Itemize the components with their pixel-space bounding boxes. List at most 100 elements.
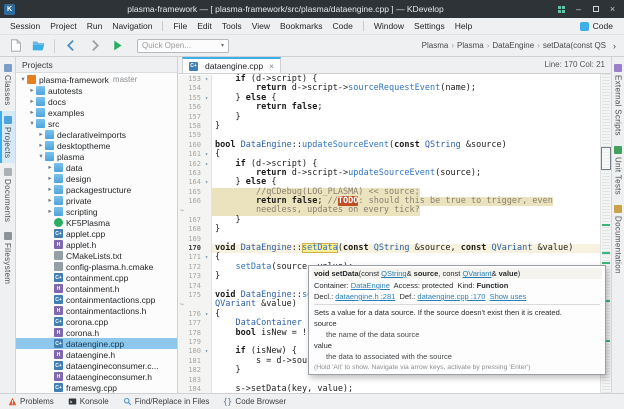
tree-item[interactable]: Hcontainment.h [16,283,177,294]
expand-arrow-icon[interactable]: ▸ [46,173,54,184]
qstring-link[interactable]: QString [381,269,406,278]
expand-arrow-icon[interactable]: ▸ [28,96,36,107]
menu-item-view[interactable]: View [248,19,274,33]
area-switcher[interactable]: Code [575,20,618,32]
collapse-arrow-icon[interactable]: ▾ [37,151,45,162]
expand-arrow-icon[interactable]: ▸ [46,184,54,195]
menu-item-help[interactable]: Help [451,19,476,33]
new-file-button[interactable] [6,37,24,55]
code-line[interactable]: 156 return false; [178,103,600,112]
tree-item[interactable]: ▸design [16,173,177,184]
code-line[interactable]: 184 s->setData(key, value); [178,385,600,393]
collapse-arrow-icon[interactable]: ▾ [19,74,27,85]
dock-tab-unit-tests[interactable]: Unit Tests [612,141,624,200]
tree-item[interactable]: Hcorona.h [16,327,177,338]
code-line[interactable]: 167 } [178,216,600,225]
tree-item[interactable]: ▸examples [16,107,177,118]
menu-item-run[interactable]: Run [83,19,107,33]
expand-arrow-icon[interactable]: ▸ [46,162,54,173]
tree-item[interactable]: C+containment.cpp [16,272,177,283]
tree-item[interactable]: ▸private [16,195,177,206]
tree-item[interactable]: ▸packagestructure [16,184,177,195]
tree-item[interactable]: C+dataengine.cpp [16,338,177,349]
breadcrumb-overflow-button[interactable]: › [611,41,618,51]
forward-button[interactable] [85,37,103,55]
tree-item[interactable]: ▸autotests [16,85,177,96]
fold-arrow-icon[interactable]: ▾ [202,253,211,262]
tree-item[interactable]: ▾plasma-frameworkmaster [16,74,177,85]
expand-arrow-icon[interactable]: ▸ [46,206,54,217]
code-line[interactable]: 158} [178,122,600,131]
tree-item[interactable]: ▸declarativeimports [16,129,177,140]
fold-arrow-icon[interactable]: ▾ [202,160,211,169]
menu-item-edit[interactable]: Edit [193,19,216,33]
tree-item[interactable]: C+corona.cpp [16,316,177,327]
minimize-button[interactable]: – [573,4,584,15]
dock-tab-documents[interactable]: Documents [0,163,15,227]
tree-item[interactable]: KF5Plasma [16,217,177,228]
tree-item[interactable]: C+dataengineconsumer.c... [16,360,177,371]
tree-item[interactable]: ▾plasma [16,151,177,162]
tree-item[interactable]: config-plasma.h.cmake [16,261,177,272]
tree-item[interactable]: ▸scripting [16,206,177,217]
code-line[interactable]: 170void DataEngine::setData(const QStrin… [178,244,600,253]
editor-tab-dataengine-cpp[interactable]: C+ dataengine.cpp × [182,57,281,73]
fold-arrow-icon[interactable]: ▾ [202,347,211,356]
expand-arrow-icon[interactable]: ▸ [37,129,45,140]
tree-item[interactable]: C+applet.cpp [16,228,177,239]
menu-item-tools[interactable]: Tools [218,19,246,33]
tree-item[interactable]: ▾src [16,118,177,129]
show-uses-link[interactable]: Show uses [490,292,527,301]
fold-arrow-icon[interactable]: ▾ [202,150,211,159]
dock-tab-projects[interactable]: Projects [0,111,15,163]
expand-arrow-icon[interactable]: ▸ [28,107,36,118]
expand-arrow-icon[interactable]: ▸ [37,140,45,151]
code-line[interactable]: 168} [178,225,600,234]
maximize-button[interactable] [590,4,601,15]
statusbar-button-konsole[interactable]: Konsole [68,397,109,406]
tree-item[interactable]: Hdataengine.h [16,349,177,360]
decl-link[interactable]: dataengine.h :281 [335,292,395,301]
tree-item[interactable]: CMakeLists.txt [16,250,177,261]
window-menu-icon[interactable] [556,4,567,15]
fold-arrow-icon[interactable]: ▾ [202,310,211,319]
breadcrumb-item[interactable]: setData(const QS [543,41,606,50]
tree-item[interactable]: Happlet.h [16,239,177,250]
dock-tab-external-scripts[interactable]: External Scripts [612,59,624,141]
tree-item[interactable]: ▸desktoptheme [16,140,177,151]
tree-item[interactable]: Hdataengineconsumer.h [16,371,177,382]
dock-tab-filesystem[interactable]: Filesystem [0,227,15,289]
statusbar-button-code-browser[interactable]: {}Code Browser [223,397,286,406]
close-button[interactable]: × [607,4,618,15]
code-line[interactable]: ↪ needless, updates on every tick? [178,206,600,215]
menu-item-code[interactable]: Code [328,19,356,33]
tree-item[interactable]: C+containmentactions.cpp [16,294,177,305]
statusbar-button-problems[interactable]: Problems [8,397,54,406]
fold-arrow-icon[interactable]: ▾ [202,75,211,84]
tree-item[interactable]: ▸docs [16,96,177,107]
tab-close-icon[interactable]: × [267,62,274,71]
dock-tab-documentation[interactable]: Documentation [612,200,624,279]
quick-open-input[interactable]: Quick Open... ▾ [137,39,229,53]
tree-item[interactable]: Hcontainmentactions.h [16,305,177,316]
dock-tab-classes[interactable]: Classes [0,59,15,111]
tree-item[interactable]: C+framesvg.cpp [16,382,177,393]
container-link[interactable]: DataEngine [351,281,390,290]
menu-item-navigation[interactable]: Navigation [108,19,156,33]
statusbar-button-find-replace-in-files[interactable]: Find/Replace in Files [123,397,210,406]
breadcrumb-item[interactable]: Plasma [457,41,484,50]
expand-arrow-icon[interactable]: ▸ [46,195,54,206]
breadcrumb-item[interactable]: Plasma [422,41,449,50]
menu-item-window[interactable]: Window [370,19,408,33]
breadcrumb-item[interactable]: DataEngine [492,41,534,50]
menu-item-project[interactable]: Project [46,19,80,33]
fold-arrow-icon[interactable]: ▾ [202,94,211,103]
run-button[interactable] [108,37,126,55]
def-link[interactable]: dataengine.cpp :170 [417,292,485,301]
menu-item-session[interactable]: Session [6,19,44,33]
tree-item[interactable]: ▸data [16,162,177,173]
menu-item-file[interactable]: File [169,19,191,33]
menu-item-bookmarks[interactable]: Bookmarks [276,19,327,33]
collapse-arrow-icon[interactable]: ▾ [28,118,36,129]
fold-arrow-icon[interactable]: ▾ [202,178,211,187]
